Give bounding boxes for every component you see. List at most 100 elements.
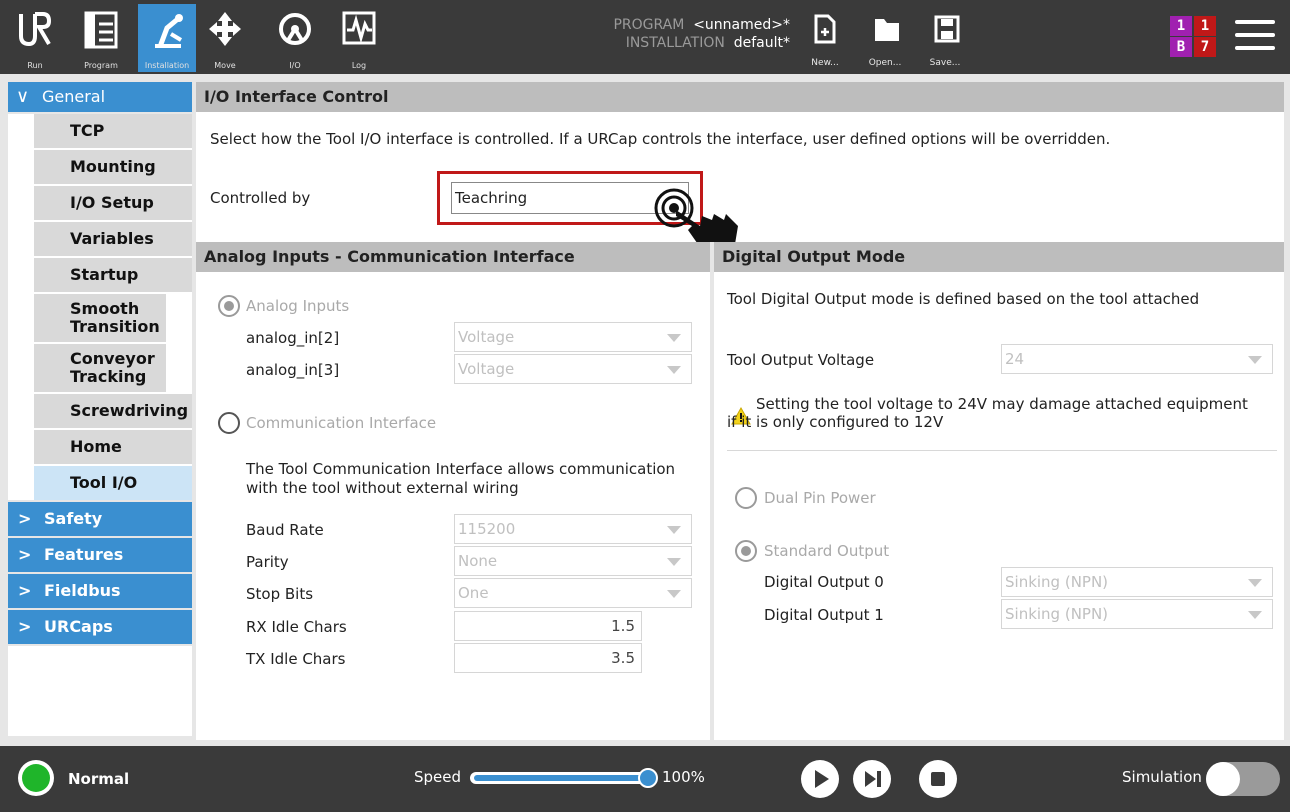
sidebar-category-urcaps[interactable]: > URCaps <box>8 610 192 644</box>
chevron-down-icon <box>667 590 681 598</box>
program-value: <unnamed>* <box>693 17 790 33</box>
baud-rate-select[interactable]: 115200 <box>454 514 692 544</box>
digital-section-header: Digital Output Mode <box>714 242 1284 272</box>
nav-installation-button[interactable]: Installation <box>138 4 196 72</box>
standard-output-radio[interactable] <box>735 540 757 562</box>
communication-interface-radio[interactable] <box>218 412 240 434</box>
tx-idle-chars-label: TX Idle Chars <box>246 650 346 668</box>
dual-pin-power-label: Dual Pin Power <box>764 489 876 507</box>
stop-bits-value: One <box>458 584 489 602</box>
tool-output-voltage-label: Tool Output Voltage <box>727 351 875 369</box>
play-button[interactable] <box>800 759 840 799</box>
sidebar-category-label: Fieldbus <box>44 581 121 600</box>
main-panel: I/O Interface Control Select how the Too… <box>196 82 1284 740</box>
save-button[interactable]: Save... <box>920 12 970 68</box>
digital-description: Tool Digital Output mode is defined base… <box>727 290 1200 308</box>
sidebar-item-home[interactable]: Home <box>34 430 192 464</box>
analog-section-header: Analog Inputs - Communication Interface <box>196 242 710 272</box>
standard-output-label: Standard Output <box>764 542 890 560</box>
speed-slider-fill <box>474 775 650 781</box>
io-control-description: Select how the Tool I/O interface is con… <box>210 130 1111 148</box>
sidebar-item-startup[interactable]: Startup <box>34 258 192 292</box>
sidebar-item-mounting[interactable]: Mounting <box>34 150 192 184</box>
rx-idle-chars-field[interactable]: 1.5 <box>454 611 642 641</box>
tx-idle-chars-field[interactable]: 3.5 <box>454 643 642 673</box>
voltage-warning-line2: if it is only configured to 12V <box>727 413 944 431</box>
chevron-down-icon <box>1248 356 1262 364</box>
baud-rate-label: Baud Rate <box>246 521 324 539</box>
analog-in2-label: analog_in[2] <box>246 329 340 347</box>
sidebar-general-header[interactable]: ∨ General <box>8 82 192 112</box>
nav-move-label: Move <box>214 61 236 70</box>
sidebar-item-tcp[interactable]: TCP <box>34 114 192 148</box>
analog-in2-select[interactable]: Voltage <box>454 322 692 352</box>
parity-select[interactable]: None <box>454 546 692 576</box>
rx-idle-chars-label: RX Idle Chars <box>246 618 347 636</box>
sidebar-category-label: Features <box>44 545 124 564</box>
log-icon <box>342 11 376 45</box>
chevron-right-icon: > <box>18 545 32 564</box>
nav-program-button[interactable]: Program <box>72 4 130 72</box>
sidebar-item-tool-io[interactable]: Tool I/O <box>34 466 192 500</box>
nav-run-label: Run <box>27 61 43 70</box>
hamburger-menu-button[interactable] <box>1235 20 1275 54</box>
analog-in3-select[interactable]: Voltage <box>454 354 692 384</box>
step-button[interactable] <box>852 759 892 799</box>
analog-in3-label: analog_in[3] <box>246 361 340 379</box>
nav-io-button[interactable]: I/O <box>266 4 324 72</box>
io-control-header: I/O Interface Control <box>196 82 1284 112</box>
controlled-by-label: Controlled by <box>210 189 311 207</box>
sidebar-item-conveyor-tracking[interactable]: Conveyor Tracking <box>34 344 166 392</box>
speed-slider-track[interactable] <box>470 768 658 788</box>
sidebar: ∨ General TCP Mounting I/O Setup Variabl… <box>8 82 192 736</box>
status-green-dot-icon <box>22 764 50 792</box>
sidebar-item-io-setup[interactable]: I/O Setup <box>34 186 192 220</box>
analog-inputs-radio[interactable] <box>218 295 240 317</box>
program-icon <box>84 11 118 49</box>
sidebar-category-fieldbus[interactable]: > Fieldbus <box>8 574 192 608</box>
new-button[interactable]: New... <box>800 12 850 68</box>
nav-run-button[interactable]: Run <box>6 4 64 72</box>
bottom-bar: Normal Speed 100% Simulation <box>0 746 1290 812</box>
sidebar-item-smooth-transition[interactable]: Smooth Transition <box>34 294 166 342</box>
sidebar-category-features[interactable]: > Features <box>8 538 192 572</box>
stop-bits-select[interactable]: One <box>454 578 692 608</box>
badge-4: 7 <box>1194 37 1216 57</box>
sidebar-item-variables[interactable]: Variables <box>34 222 192 256</box>
tool-output-voltage-value: 24 <box>1005 350 1025 368</box>
simulation-label: Simulation <box>1122 768 1202 786</box>
open-label: Open... <box>868 58 902 68</box>
tool-output-voltage-select[interactable]: 24 <box>1001 344 1273 374</box>
status-indicator-button[interactable] <box>18 760 54 796</box>
sidebar-category-safety[interactable]: > Safety <box>8 502 192 536</box>
stop-button[interactable] <box>918 759 958 799</box>
analog-inputs-label: Analog Inputs <box>246 297 350 315</box>
safety-badges[interactable]: 1 1 B 7 <box>1170 16 1218 58</box>
badge-1: 1 <box>1170 16 1192 36</box>
simulation-toggle-knob <box>1206 762 1240 796</box>
digital-output-1-select[interactable]: Sinking (NPN) <box>1001 599 1273 629</box>
program-info: PROGRAM <unnamed>* INSTALLATION default* <box>560 16 790 52</box>
chevron-right-icon: > <box>18 509 32 528</box>
chevron-down-icon <box>667 334 681 342</box>
nav-io-label: I/O <box>289 61 301 70</box>
speed-slider-handle[interactable] <box>638 768 658 788</box>
nav-log-label: Log <box>351 61 367 70</box>
simulation-toggle[interactable] <box>1206 762 1280 796</box>
open-button[interactable]: Open... <box>860 12 910 68</box>
parity-label: Parity <box>246 553 289 571</box>
digital-output-0-value: Sinking (NPN) <box>1005 573 1109 591</box>
move-icon <box>209 12 241 46</box>
nav-move-button[interactable]: Move <box>196 4 254 72</box>
chevron-down-icon <box>667 526 681 534</box>
dual-pin-power-radio[interactable] <box>735 487 757 509</box>
digital-output-0-select[interactable]: Sinking (NPN) <box>1001 567 1273 597</box>
nav-log-button[interactable]: Log <box>330 4 388 72</box>
digital-divider <box>727 450 1277 451</box>
chevron-down-icon <box>1248 579 1262 587</box>
sidebar-category-label: URCaps <box>44 617 113 636</box>
folder-icon <box>875 19 899 41</box>
installation-label: INSTALLATION <box>625 35 725 51</box>
installation-icon <box>155 14 183 48</box>
sidebar-item-screwdriving[interactable]: Screwdriving <box>34 394 192 428</box>
